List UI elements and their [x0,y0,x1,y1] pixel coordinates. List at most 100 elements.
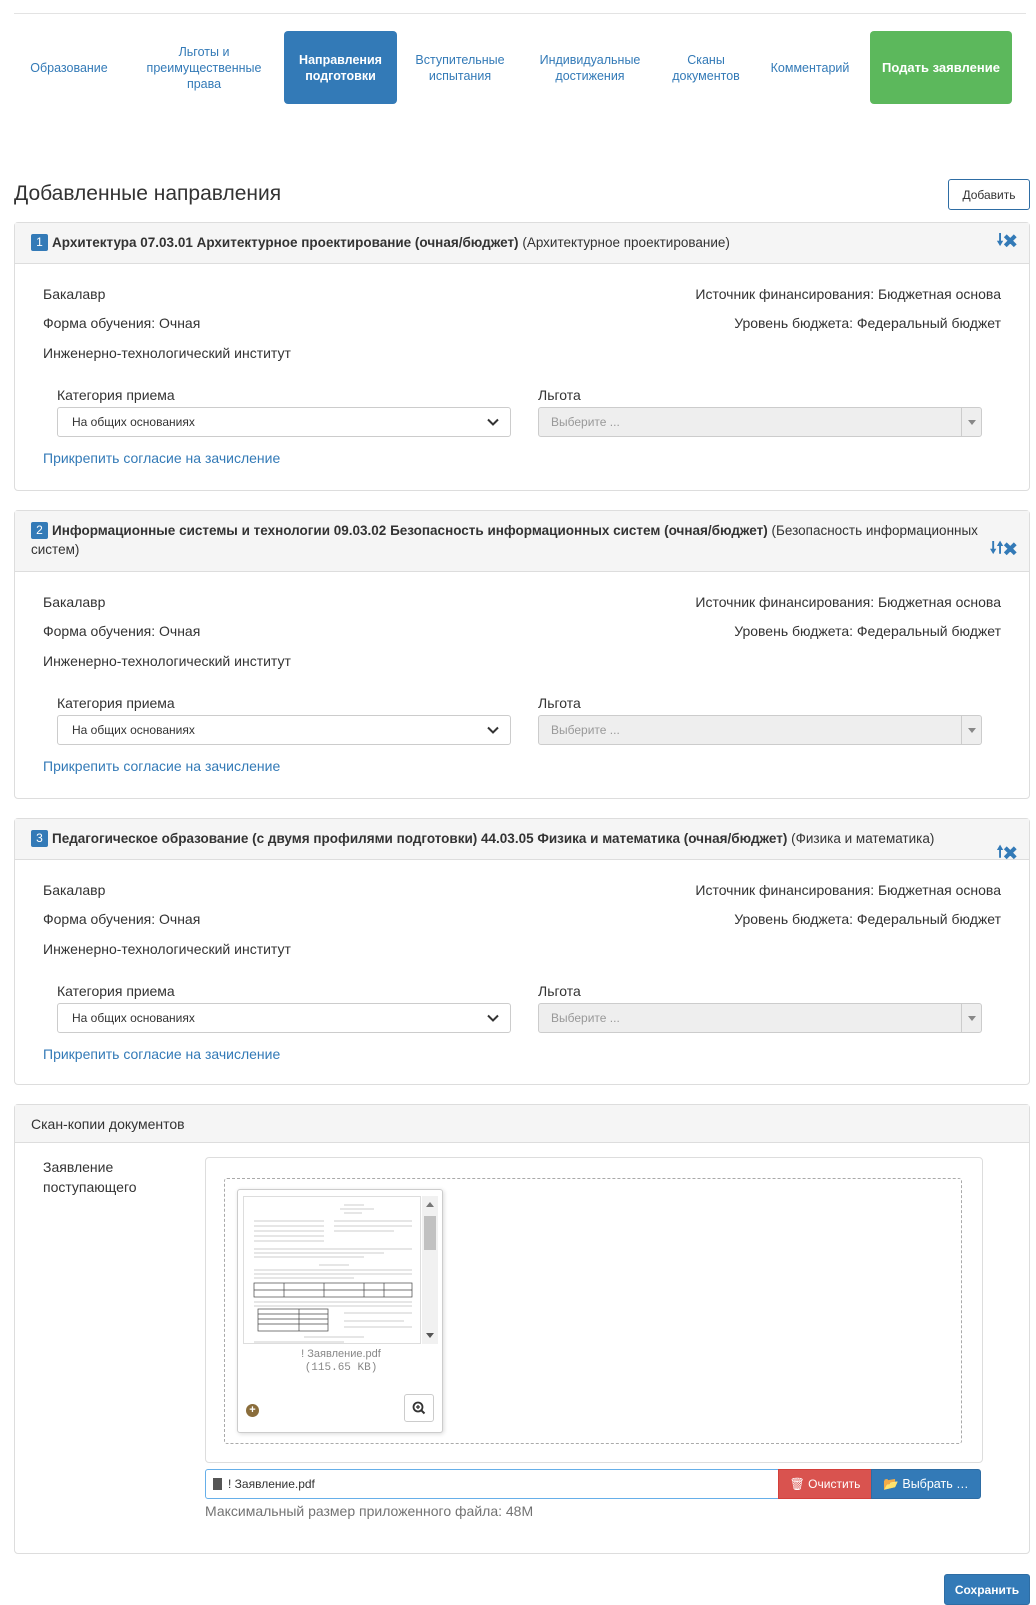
document-preview-icon [253,1204,413,1343]
tab-label: Образование [30,60,108,75]
arrow-down-icon[interactable]: 🠗 [990,540,997,557]
zoom-in-button[interactable] [404,1394,434,1422]
benefit-select: Выберите ... [538,1003,982,1033]
direction-panel-3: 3 Педагогическое образование (с двумя про… [14,818,1030,1085]
budget-level: Уровень бюджета: Федеральный бюджет [734,315,1001,331]
direction-heading: 2 Информационные системы и технологии 09.… [15,511,1029,572]
tab-directions[interactable]: Направления подготовки [284,31,397,104]
chevron-down-icon [487,418,499,426]
budget-level: Уровень бюджета: Федеральный бюджет [734,623,1001,639]
category-label: Категория приема [57,983,175,999]
direction-number-badge: 3 [31,830,48,847]
submit-application-button[interactable]: Подать заявление [870,31,1012,104]
file-preview-area: ! Заявление.pdf (115.65 KB) + [205,1157,983,1463]
institute: Инженерно-технологический институт [43,941,291,957]
max-file-size-hint: Максимальный размер приложенного файла: … [205,1503,534,1519]
direction-panel-2: 2 Информационные системы и технологии 09.… [14,510,1030,799]
wizard-nav: Образование Льготы и преимущественные пр… [14,31,1026,104]
file-icon [213,1478,222,1490]
category-select[interactable]: На общих основаниях [57,407,511,437]
direction-title: Информационные системы и технологии 09.0… [52,523,768,538]
browse-file-button[interactable]: 📂 Выбрать … [871,1469,981,1499]
save-button[interactable]: Сохранить [944,1574,1030,1605]
direction-actions: 🠕✖ [997,843,1017,862]
direction-actions: 🠗🠕✖ [990,539,1017,558]
study-form: Форма обучения: Очная [43,315,201,331]
tab-comment[interactable]: Комментарий [762,31,858,104]
category-value: На общих основаниях [72,415,195,429]
file-name-input[interactable]: ! Заявление.pdf [205,1469,779,1499]
plus-circle-icon[interactable]: + [246,1404,259,1417]
tab-label: Комментарий [770,60,850,75]
category-select[interactable]: На общих основаниях [57,1003,511,1033]
tab-scans[interactable]: Сканы документов [664,31,748,104]
tab-label: Вступительные испытания [415,52,505,83]
benefit-placeholder: Выберите ... [551,415,620,429]
funding-source: Источник финансирования: Бюджетная основ… [695,882,1001,898]
preview-scrollbar[interactable] [422,1196,438,1344]
benefit-label: Льгота [538,695,581,711]
direction-title: Архитектура 07.03.01 Архитектурное проек… [52,235,519,250]
clear-file-button[interactable]: 🗑 Очистить [778,1469,872,1499]
caret-down-icon [961,1004,981,1032]
category-label: Категория приема [57,387,175,403]
direction-actions: 🠗✖ [997,231,1017,250]
tab-label: Льготы и преимущественные права [146,44,262,91]
attach-consent-link[interactable]: Прикрепить согласие на зачисление [43,758,280,774]
document-label: Заявление поступающего [43,1159,137,1195]
category-select[interactable]: На общих основаниях [57,715,511,745]
study-form: Форма обучения: Очная [43,623,201,639]
scans-panel: Скан-копии документов Заявление поступаю… [14,1104,1030,1554]
tab-label: Направления подготовки [299,52,382,83]
top-divider [14,13,1026,14]
folder-open-icon: 📂 [883,1476,899,1491]
budget-level: Уровень бюджета: Федеральный бюджет [734,911,1001,927]
attach-consent-link[interactable]: Прикрепить согласие на зачисление [43,450,280,466]
funding-source: Источник финансирования: Бюджетная основ… [695,594,1001,610]
category-label: Категория приема [57,695,175,711]
scrollbar-thumb[interactable] [424,1216,436,1250]
funding-source: Источник финансирования: Бюджетная основ… [695,286,1001,302]
benefit-label: Льгота [538,983,581,999]
clear-label: Очистить [808,1477,861,1491]
benefit-select: Выберите ... [538,715,982,745]
attach-consent-link[interactable]: Прикрепить согласие на зачисление [43,1046,280,1062]
direction-profile: (Архитектурное проектирование) [522,235,730,250]
direction-title: Педагогическое образование (с двумя проф… [52,831,788,846]
file-input-value: ! Заявление.pdf [228,1477,315,1491]
direction-number-badge: 1 [31,234,48,251]
tab-education[interactable]: Образование [14,31,124,104]
tab-achievements[interactable]: Индивидуальные достижения [528,31,652,104]
direction-number-badge: 2 [31,522,48,539]
category-value: На общих основаниях [72,1011,195,1025]
caret-down-icon [961,408,981,436]
zoom-in-icon [412,1401,426,1415]
chevron-down-icon [487,1014,499,1022]
benefit-select: Выберите ... [538,407,982,437]
scans-heading: Скан-копии документов [15,1105,1029,1143]
add-direction-button[interactable]: Добавить [948,179,1030,210]
education-level: Бакалавр [43,286,106,302]
education-level: Бакалавр [43,594,106,610]
close-icon[interactable]: ✖ [1003,540,1017,557]
tab-entrance-exams[interactable]: Вступительные испытания [406,31,514,104]
thumbnail-file-name: ! Заявление.pdf [301,1348,381,1360]
submit-label: Подать заявление [882,59,1000,75]
close-icon[interactable]: ✖ [1003,844,1017,861]
institute: Инженерно-технологический институт [43,345,291,361]
thumbnail-file-size: (115.65 KB) [304,1362,378,1374]
benefit-label: Льгота [538,387,581,403]
tab-benefits[interactable]: Льготы и преимущественные права [136,31,272,104]
institute: Инженерно-технологический институт [43,653,291,669]
direction-panel-1: 1 Архитектура 07.03.01 Архитектурное прое… [14,222,1030,491]
tab-label: Сканы документов [672,52,740,83]
pdf-page-preview [243,1196,421,1344]
study-form: Форма обучения: Очная [43,911,201,927]
file-dropzone[interactable]: ! Заявление.pdf (115.65 KB) + [224,1178,962,1444]
category-value: На общих основаниях [72,723,195,737]
close-icon[interactable]: ✖ [1003,232,1017,249]
direction-heading: 3 Педагогическое образование (с двумя про… [15,819,1029,862]
caret-down-icon [961,716,981,744]
trash-icon: 🗑 [789,1477,805,1491]
page-title: Добавленные направления [14,182,282,205]
